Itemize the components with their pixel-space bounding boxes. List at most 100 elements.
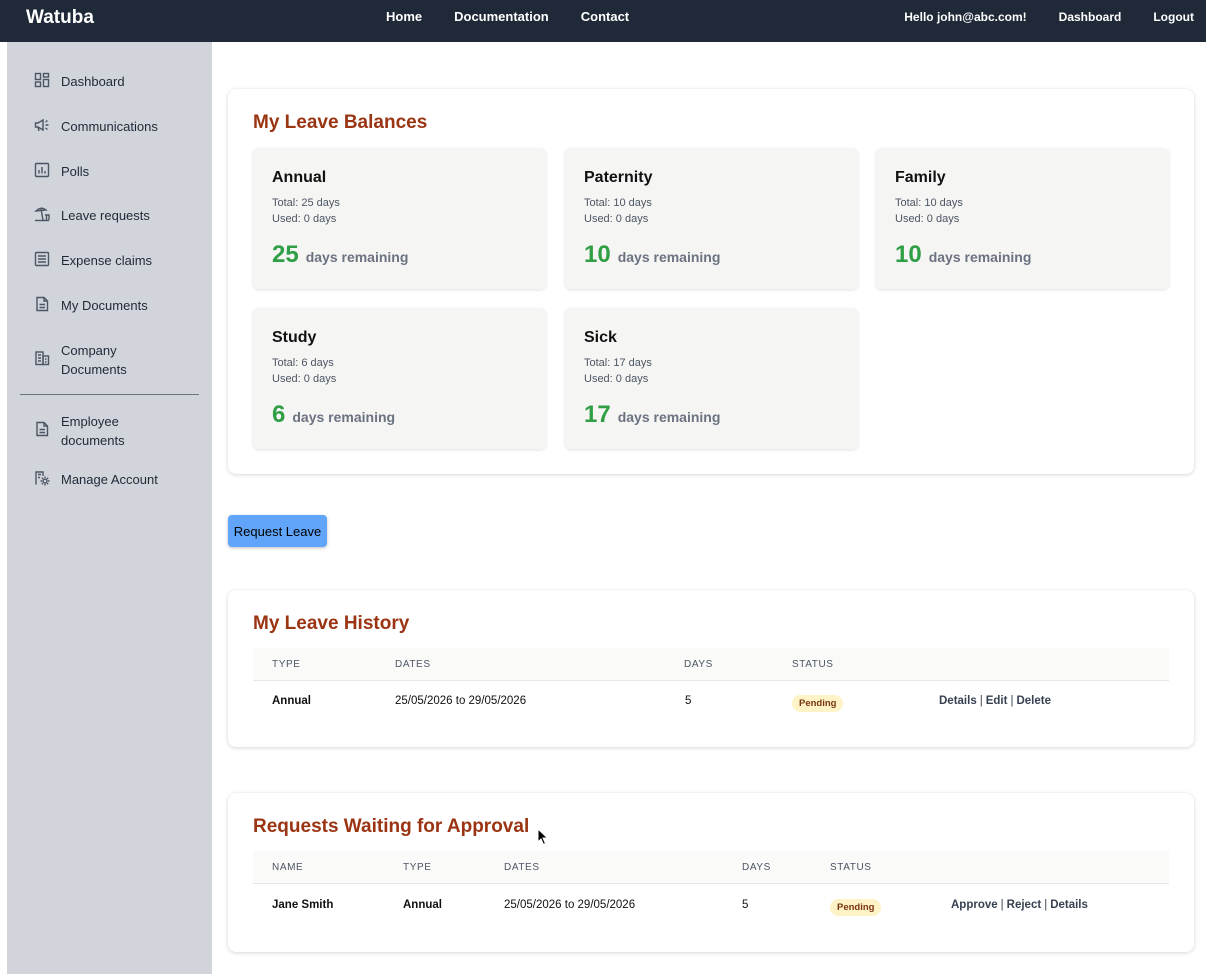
leave-balances-panel: My Leave Balances Annual Total: 25 days … <box>228 89 1194 474</box>
balance-remaining: 25 days remaining <box>272 241 408 269</box>
sidebar-item-label: Company Documents <box>61 343 127 377</box>
remaining-count: 25 <box>272 241 299 268</box>
balance-remaining: 10 days remaining <box>584 241 720 269</box>
section-title: My Leave History <box>253 613 410 634</box>
section-title: My Leave Balances <box>253 112 428 133</box>
column-header-dates: DATES <box>504 862 540 873</box>
sidebar: Dashboard Communications Polls Leave req… <box>7 42 212 974</box>
top-nav: Home Documentation Contact <box>386 9 629 24</box>
approvals-panel: Requests Waiting for Approval NAME TYPE … <box>228 793 1194 952</box>
approve-link[interactable]: Approve <box>951 899 998 911</box>
nav-home-link[interactable]: Home <box>386 9 422 24</box>
top-navbar: Watuba Home Documentation Contact Hello … <box>0 0 1206 42</box>
column-header-status: STATUS <box>792 659 834 670</box>
mouse-cursor-icon <box>537 828 549 846</box>
remaining-label: days remaining <box>305 249 409 265</box>
balance-used: Used: 0 days <box>272 213 337 225</box>
balance-remaining: 17 days remaining <box>584 401 720 429</box>
nav-contact-link[interactable]: Contact <box>581 9 629 24</box>
row-dates: 25/05/2026 to 29/05/2026 <box>504 899 636 911</box>
column-header-days: DAYS <box>684 659 713 670</box>
sidebar-item-expense-claims[interactable]: Expense claims <box>34 251 171 270</box>
column-header-type: TYPE <box>272 659 301 670</box>
row-days: 5 <box>742 899 749 911</box>
balance-card-sick: Sick Total: 17 days Used: 0 days 17 days… <box>565 308 858 449</box>
sidebar-item-manage-account[interactable]: Manage Account <box>34 470 171 489</box>
section-title: Requests Waiting for Approval <box>253 816 530 837</box>
settings-icon <box>34 470 50 486</box>
status-badge: Pending <box>830 899 882 916</box>
chart-icon <box>34 162 50 178</box>
remaining-count: 10 <box>895 241 922 268</box>
nav-documentation-link[interactable]: Documentation <box>454 9 549 24</box>
user-greeting: Hello john@abc.com! <box>904 10 1027 24</box>
sidebar-item-label: Leave requests <box>61 208 150 223</box>
building-icon <box>34 350 50 366</box>
sidebar-item-my-documents[interactable]: My Documents <box>34 296 171 315</box>
logout-link[interactable]: Logout <box>1153 10 1194 24</box>
balance-type: Study <box>272 329 317 346</box>
sidebar-item-label: Dashboard <box>61 74 125 89</box>
sidebar-item-company-documents[interactable]: Company Documents <box>34 341 171 379</box>
remaining-count: 17 <box>584 401 611 428</box>
left-edge <box>0 42 7 974</box>
request-leave-button[interactable]: Request Leave <box>228 515 327 547</box>
user-menu: Hello john@abc.com! Dashboard Logout <box>904 10 1194 24</box>
balance-type: Sick <box>584 329 617 346</box>
column-header-status: STATUS <box>830 862 872 873</box>
column-header-type: TYPE <box>403 862 432 873</box>
sidebar-item-communications[interactable]: Communications <box>34 117 171 136</box>
details-link[interactable]: Details <box>1050 899 1088 911</box>
table-header: NAME TYPE DATES DAYS STATUS <box>253 851 1169 884</box>
row-actions: Details | Edit | Delete <box>939 695 1051 707</box>
balance-total: Total: 6 days <box>272 357 334 369</box>
balance-total: Total: 10 days <box>584 197 652 209</box>
status-badge: Pending <box>792 695 844 712</box>
sidebar-item-label: Manage Account <box>61 472 158 487</box>
sidebar-item-label: Polls <box>61 164 90 179</box>
row-dates: 25/05/2026 to 29/05/2026 <box>395 695 527 707</box>
balance-total: Total: 25 days <box>272 197 340 209</box>
document-icon <box>34 421 50 437</box>
edit-link[interactable]: Edit <box>986 695 1008 707</box>
row-name: Jane Smith <box>272 899 334 911</box>
row-type: Annual <box>403 899 442 911</box>
details-link[interactable]: Details <box>939 695 977 707</box>
column-header-dates: DATES <box>395 659 431 670</box>
row-type: Annual <box>272 695 311 707</box>
row-actions: Approve | Reject | Details <box>951 899 1088 911</box>
balance-used: Used: 0 days <box>584 373 649 385</box>
reject-link[interactable]: Reject <box>1007 899 1042 911</box>
balance-type: Family <box>895 169 946 186</box>
remaining-label: days remaining <box>292 409 396 425</box>
dashboard-link[interactable]: Dashboard <box>1059 10 1122 24</box>
balance-card-annual: Annual Total: 25 days Used: 0 days 25 da… <box>253 148 546 289</box>
list-icon <box>34 251 50 267</box>
balance-card-paternity: Paternity Total: 10 days Used: 0 days 10… <box>565 148 858 289</box>
column-header-name: NAME <box>272 862 304 873</box>
row-days: 5 <box>685 695 692 707</box>
balance-card-study: Study Total: 6 days Used: 0 days 6 days … <box>253 308 546 449</box>
sidebar-item-label: Employee documents <box>61 414 125 448</box>
delete-link[interactable]: Delete <box>1016 695 1051 707</box>
leave-history-panel: My Leave History TYPE DATES DAYS STATUS … <box>228 590 1194 747</box>
column-header-days: DAYS <box>742 862 771 873</box>
megaphone-icon <box>34 117 50 133</box>
table-header: TYPE DATES DAYS STATUS <box>253 648 1169 681</box>
balance-total: Total: 17 days <box>584 357 652 369</box>
balance-type: Paternity <box>584 169 653 186</box>
sidebar-item-dashboard[interactable]: Dashboard <box>34 72 171 91</box>
remaining-count: 6 <box>272 401 286 428</box>
sidebar-item-employee-documents[interactable]: Employee documents <box>34 412 171 450</box>
balance-used: Used: 0 days <box>584 213 649 225</box>
document-icon <box>34 296 50 312</box>
sidebar-item-label: My Documents <box>61 298 148 313</box>
balance-card-family: Family Total: 10 days Used: 0 days 10 da… <box>876 148 1169 289</box>
sidebar-item-leave-requests[interactable]: Leave requests <box>34 206 171 225</box>
balance-remaining: 6 days remaining <box>272 401 395 429</box>
brand-logo[interactable]: Watuba <box>26 7 94 29</box>
sidebar-item-label: Communications <box>61 119 158 134</box>
sidebar-item-polls[interactable]: Polls <box>34 162 171 181</box>
remaining-count: 10 <box>584 241 611 268</box>
balance-remaining: 10 days remaining <box>895 241 1031 269</box>
